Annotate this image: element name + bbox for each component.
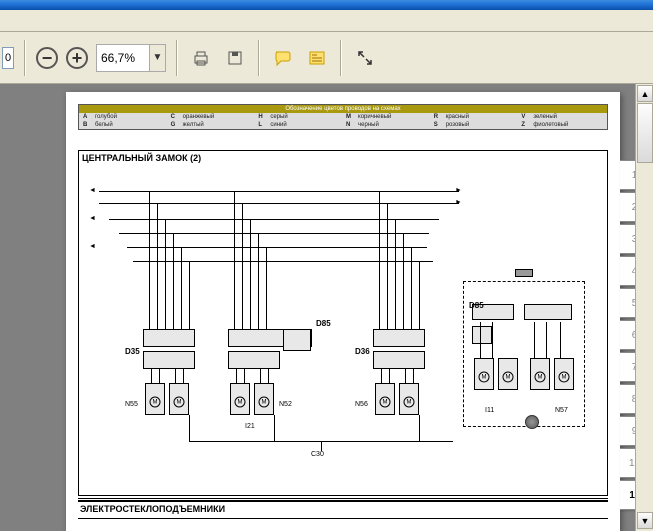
note-button[interactable]	[304, 45, 330, 71]
section2-title: ЭЛЕКТРОСТЕКЛОПОДЪЕМНИКИ	[80, 504, 225, 514]
label-N57: N57	[555, 407, 568, 414]
label-D36: D36	[355, 347, 370, 356]
separator	[340, 40, 342, 76]
legend-header: Обозначение цветов проводов на схемах	[79, 105, 607, 113]
zoom-input[interactable]	[97, 46, 149, 70]
label-D35: D35	[125, 347, 140, 356]
document-viewport[interactable]: Обозначение цветов проводов на схемах Aг…	[0, 84, 635, 531]
page-tab[interactable]: 3	[620, 224, 635, 254]
document-page: Обозначение цветов проводов на схемах Aг…	[66, 92, 620, 531]
label-N52: N52	[279, 401, 292, 408]
separator	[258, 40, 260, 76]
toolbar: − + ▼	[0, 32, 653, 84]
menubar	[0, 10, 653, 32]
label-D85: D85	[316, 319, 331, 328]
label-C30: C30	[311, 451, 324, 458]
color-legend: Обозначение цветов проводов на схемах Aг…	[78, 104, 608, 130]
page-tab[interactable]: 11	[620, 480, 635, 510]
fullscreen-button[interactable]	[352, 45, 378, 71]
save-button[interactable]	[222, 45, 248, 71]
window-titlebar	[0, 0, 653, 10]
label-N55: N55	[125, 401, 138, 408]
page-tab[interactable]: 8	[620, 384, 635, 414]
page-tab[interactable]: 10	[620, 448, 635, 478]
zoom-dropdown-icon[interactable]: ▼	[149, 45, 165, 71]
page-number-input[interactable]	[2, 47, 14, 69]
page-tab[interactable]: 9	[620, 416, 635, 446]
page-tab[interactable]: 7	[620, 352, 635, 382]
zoom-out-button[interactable]: −	[36, 47, 58, 69]
zoom-combo[interactable]: ▼	[96, 44, 166, 72]
vertical-scrollbar[interactable]: ▲ ▼	[635, 84, 653, 531]
wiring-diagram: ЦЕНТРАЛЬНЫЙ ЗАМОК (2)	[78, 150, 608, 496]
label-N56: N56	[355, 401, 368, 408]
page-tab[interactable]: 2	[620, 192, 635, 222]
page-tab[interactable]: 5	[620, 288, 635, 318]
zoom-in-button[interactable]: +	[66, 47, 88, 69]
scroll-down-icon[interactable]: ▼	[637, 512, 653, 529]
ground-screw-icon	[525, 415, 539, 429]
separator	[24, 40, 26, 76]
page-tab[interactable]: 1	[620, 160, 635, 190]
label-I11: I11	[485, 407, 494, 414]
label-D85r: D85	[469, 301, 484, 310]
page-tab[interactable]: 4	[620, 256, 635, 286]
scroll-up-icon[interactable]: ▲	[637, 85, 653, 102]
label-I21: I21	[245, 423, 255, 430]
separator	[176, 40, 178, 76]
page-tab[interactable]: 6	[620, 320, 635, 350]
comment-button[interactable]	[270, 45, 296, 71]
print-button[interactable]	[188, 45, 214, 71]
diagram-title: ЦЕНТРАЛЬНЫЙ ЗАМОК (2)	[82, 153, 201, 163]
scroll-thumb[interactable]	[637, 103, 653, 163]
page-index-tabs: 1 2 3 4 5 6 7 8 9 10 11	[620, 160, 635, 512]
